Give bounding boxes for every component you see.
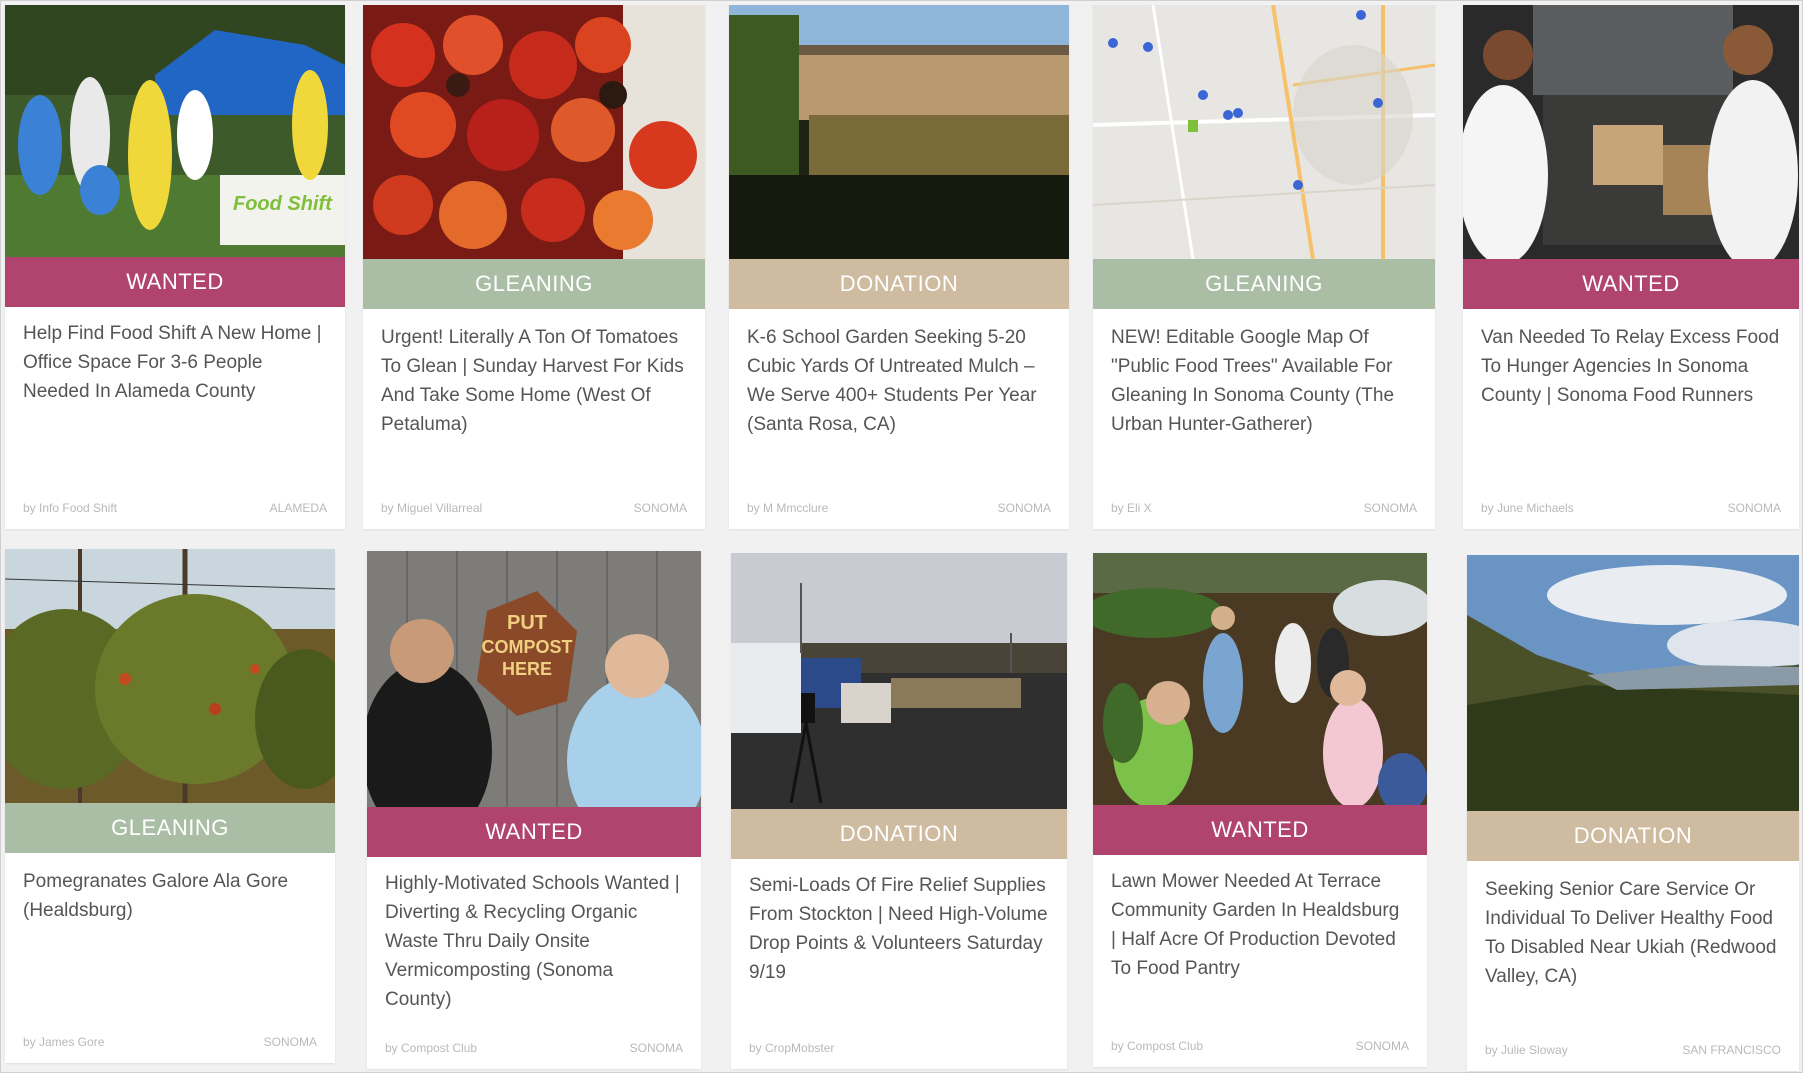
listing-image[interactable] bbox=[1467, 555, 1799, 811]
listing-title[interactable]: Semi-Loads Of Fire Relief Supplies From … bbox=[749, 871, 1049, 987]
svg-text:COMPOST: COMPOST bbox=[481, 637, 572, 657]
listing-meta: by Miguel Villarreal SONOMA bbox=[381, 501, 687, 515]
location-label: SONOMA bbox=[263, 1035, 317, 1049]
listing-image[interactable] bbox=[731, 553, 1067, 809]
listing-card[interactable]: DONATION Semi-Loads Of Fire Relief Suppl… bbox=[731, 553, 1067, 1069]
listing-grid: Food Shift WANTED Help Find Food Shift A… bbox=[0, 0, 1803, 1073]
listing-title[interactable]: Urgent! Literally A Ton Of Tomatoes To G… bbox=[381, 323, 687, 439]
listing-title[interactable]: K-6 School Garden Seeking 5-20 Cubic Yar… bbox=[747, 323, 1051, 439]
listing-image[interactable] bbox=[5, 549, 335, 803]
svg-text:HERE: HERE bbox=[502, 659, 552, 679]
location-label: ALAMEDA bbox=[269, 501, 327, 515]
category-band: DONATION bbox=[1467, 811, 1799, 861]
location-label: SONOMA bbox=[1363, 501, 1417, 515]
svg-text:Food Shift: Food Shift bbox=[233, 193, 333, 215]
listing-card[interactable]: GLEANING Pomegranates Galore Ala Gore (H… bbox=[5, 549, 335, 1063]
listing-image[interactable] bbox=[1093, 5, 1435, 259]
category-band: WANTED bbox=[367, 807, 701, 857]
location-label: SONOMA bbox=[629, 1041, 683, 1055]
location-label: SAN FRANCISCO bbox=[1682, 1043, 1781, 1057]
listing-image[interactable]: PUT COMPOST HERE bbox=[367, 551, 701, 807]
author-name[interactable]: by Eli X bbox=[1111, 501, 1152, 515]
author-name[interactable]: by CropMobster bbox=[749, 1041, 834, 1055]
listing-meta: by Compost Club SONOMA bbox=[1111, 1039, 1409, 1053]
listing-title[interactable]: Lawn Mower Needed At Terrace Community G… bbox=[1111, 867, 1409, 983]
listing-meta: by James Gore SONOMA bbox=[23, 1035, 317, 1049]
location-label: SONOMA bbox=[997, 501, 1051, 515]
listing-meta: by Julie Sloway SAN FRANCISCO bbox=[1485, 1043, 1781, 1057]
category-band: WANTED bbox=[1463, 259, 1799, 309]
author-name[interactable]: by James Gore bbox=[23, 1035, 104, 1049]
listing-card[interactable]: DONATION Seeking Senior Care Service Or … bbox=[1467, 555, 1799, 1071]
listing-card[interactable]: Food Shift WANTED Help Find Food Shift A… bbox=[5, 5, 345, 529]
location-label: SONOMA bbox=[1727, 501, 1781, 515]
category-band: WANTED bbox=[5, 257, 345, 307]
listing-image[interactable] bbox=[1463, 5, 1799, 259]
category-band: WANTED bbox=[1093, 805, 1427, 855]
listing-title[interactable]: Van Needed To Relay Excess Food To Hunge… bbox=[1481, 323, 1781, 410]
listing-title[interactable]: Pomegranates Galore Ala Gore (Healdsburg… bbox=[23, 867, 317, 925]
listing-meta: by M Mmcclure SONOMA bbox=[747, 501, 1051, 515]
category-band: GLEANING bbox=[363, 259, 705, 309]
listing-card[interactable]: DONATION K-6 School Garden Seeking 5-20 … bbox=[729, 5, 1069, 529]
location-label: SONOMA bbox=[633, 501, 687, 515]
location-label: SONOMA bbox=[1355, 1039, 1409, 1053]
listing-meta: by Eli X SONOMA bbox=[1111, 501, 1417, 515]
listing-image[interactable] bbox=[729, 5, 1069, 259]
listing-card[interactable]: PUT COMPOST HERE WANTED Highly-Motivated… bbox=[367, 551, 701, 1069]
listing-image[interactable] bbox=[363, 5, 705, 259]
listing-image[interactable] bbox=[1093, 553, 1427, 805]
listing-card[interactable]: GLEANING Urgent! Literally A Ton Of Toma… bbox=[363, 5, 705, 529]
author-name[interactable]: by Julie Sloway bbox=[1485, 1043, 1568, 1057]
listing-title[interactable]: Help Find Food Shift A New Home | Office… bbox=[23, 319, 327, 406]
author-name[interactable]: by June Michaels bbox=[1481, 501, 1574, 515]
listing-meta: by CropMobster bbox=[749, 1041, 1049, 1055]
author-name[interactable]: by Info Food Shift bbox=[23, 501, 117, 515]
listing-meta: by Compost Club SONOMA bbox=[385, 1041, 683, 1055]
category-band: DONATION bbox=[729, 259, 1069, 309]
category-band: GLEANING bbox=[1093, 259, 1435, 309]
author-name[interactable]: by M Mmcclure bbox=[747, 501, 828, 515]
listing-title[interactable]: NEW! Editable Google Map Of "Public Food… bbox=[1111, 323, 1417, 439]
svg-text:PUT: PUT bbox=[507, 612, 547, 634]
author-name[interactable]: by Compost Club bbox=[1111, 1039, 1203, 1053]
listing-image[interactable]: Food Shift bbox=[5, 5, 345, 257]
author-name[interactable]: by Miguel Villarreal bbox=[381, 501, 482, 515]
category-band: GLEANING bbox=[5, 803, 335, 853]
author-name[interactable]: by Compost Club bbox=[385, 1041, 477, 1055]
listing-meta: by June Michaels SONOMA bbox=[1481, 501, 1781, 515]
listing-card[interactable]: GLEANING NEW! Editable Google Map Of "Pu… bbox=[1093, 5, 1435, 529]
listing-meta: by Info Food Shift ALAMEDA bbox=[23, 501, 327, 515]
listing-title[interactable]: Seeking Senior Care Service Or Individua… bbox=[1485, 875, 1781, 991]
category-band: DONATION bbox=[731, 809, 1067, 859]
listing-title[interactable]: Highly-Motivated Schools Wanted | Divert… bbox=[385, 869, 683, 1014]
listing-card[interactable]: WANTED Lawn Mower Needed At Terrace Comm… bbox=[1093, 553, 1427, 1067]
listing-card[interactable]: WANTED Van Needed To Relay Excess Food T… bbox=[1463, 5, 1799, 529]
